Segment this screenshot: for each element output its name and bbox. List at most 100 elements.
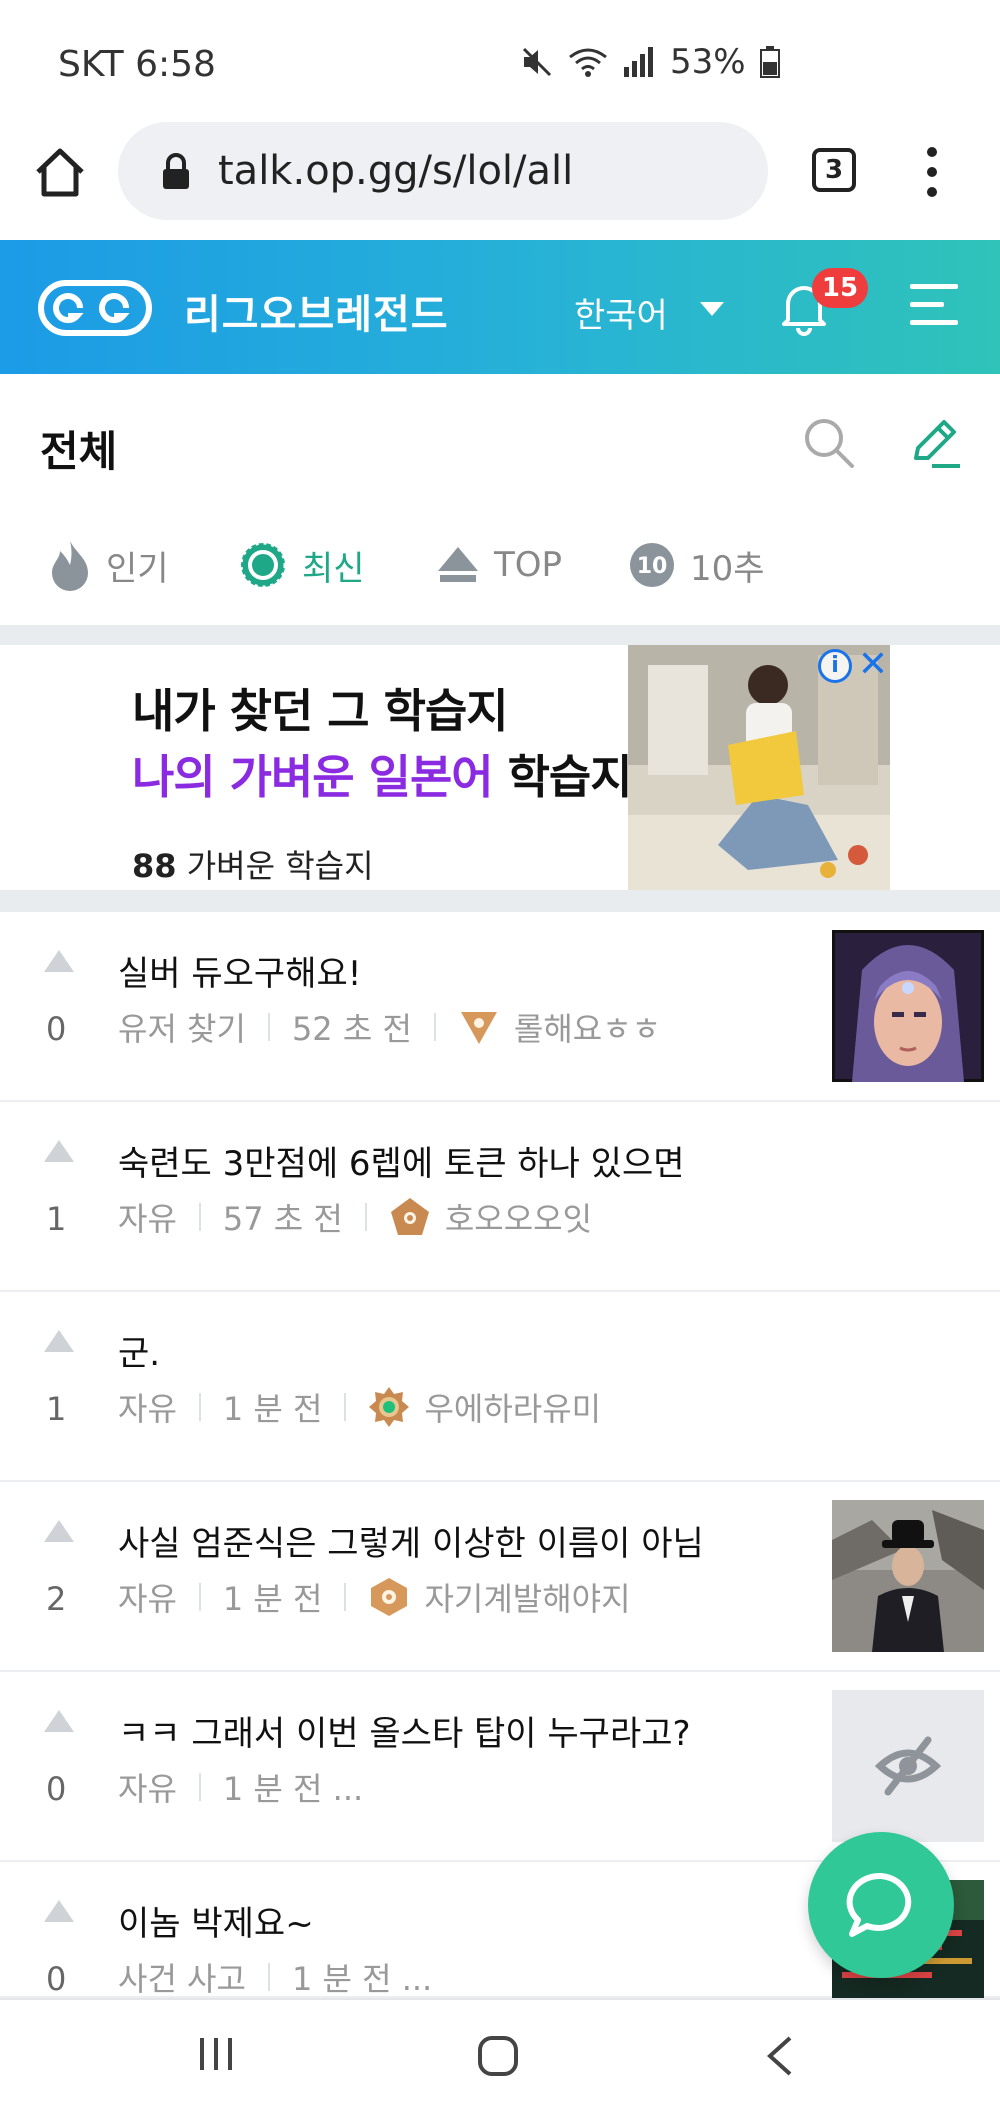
tab-ten-recommend[interactable]: 10 10추 (628, 520, 765, 610)
ad-photo-illustration (628, 645, 890, 890)
system-navigation-bar (0, 1998, 1000, 2113)
post-thumbnail[interactable] (832, 1690, 984, 1842)
ad-headline: 내가 찾던 그 학습지 (132, 684, 509, 738)
ad-close-icon[interactable]: ✕ (856, 645, 890, 685)
post-row[interactable]: 1 숙련도 3만점에 6렙에 토큰 하나 있으면 자유 57 초 전 호오오오잇 (0, 1102, 1000, 1292)
post-meta: 자유 57 초 전 호오오오잇 (118, 1194, 592, 1240)
home-icon[interactable] (30, 142, 90, 202)
post-time: 1 분 전 ... (222, 1770, 364, 1808)
post-author[interactable]: 호오오오잇 (445, 1194, 592, 1240)
vote-count: 0 (46, 1960, 67, 1998)
post-meta: 유저 찾기 52 초 전 롤해요ㅎㅎ (118, 1004, 661, 1050)
mute-icon (522, 47, 552, 77)
post-time: 57 초 전 (222, 1200, 343, 1238)
advertisement[interactable]: 내가 찾던 그 학습지 나의 가벼운 일본어 학습지 88 가벼운 학습지 i … (0, 645, 1000, 890)
divider (364, 1203, 367, 1231)
upvote-icon[interactable] (44, 1900, 74, 1922)
game-title[interactable]: 리그오브레전드 (184, 282, 449, 340)
lock-icon (163, 153, 189, 189)
status-carrier-time: SKT 6:58 (58, 44, 216, 85)
post-title[interactable]: 사실 엄준식은 그렇게 이상한 이름이 아님 (118, 1516, 704, 1565)
home-button-icon[interactable] (476, 2034, 520, 2078)
url-text: talk.op.gg/s/lol/all (218, 148, 574, 194)
upvote-icon[interactable] (44, 950, 74, 972)
post-category: 자유 (118, 1390, 177, 1428)
upvote-icon[interactable] (44, 1710, 74, 1732)
post-meta: 자유 1 분 전 우에하라유미 (118, 1384, 601, 1430)
upvote-icon[interactable] (44, 1140, 74, 1162)
post-meta: 자유 1 분 전 ... (118, 1764, 363, 1810)
post-category: 자유 (118, 1580, 177, 1618)
divider (198, 1583, 201, 1611)
vote-count: 0 (46, 1770, 67, 1808)
opgg-logo-icon[interactable] (38, 280, 152, 336)
notification-badge: 15 (812, 268, 868, 308)
tier-badge-icon (460, 1012, 497, 1044)
post-time: 1 분 전 ... (291, 1960, 433, 1998)
ad-info-icon[interactable]: i (818, 649, 852, 683)
ten-badge-icon: 10 (630, 543, 674, 587)
post-thumbnail[interactable] (832, 930, 984, 1082)
post-row[interactable]: 2 사실 엄준식은 그렇게 이상한 이름이 아님 자유 1 분 전 자기계발해야… (0, 1482, 1000, 1672)
ad-photo[interactable] (628, 645, 890, 890)
write-pencil-icon[interactable] (906, 414, 962, 470)
top-arrow-icon (438, 547, 478, 582)
tab-label: 인기 (106, 548, 169, 589)
post-time: 1 분 전 (222, 1390, 323, 1428)
upvote-icon[interactable] (44, 1330, 74, 1352)
battery-icon (759, 46, 780, 78)
divider (344, 1393, 347, 1421)
post-title[interactable]: 군. (118, 1326, 160, 1375)
tab-recent[interactable]: 최신 (238, 520, 365, 610)
search-icon[interactable] (800, 414, 856, 470)
browser-menu-icon[interactable] (912, 142, 952, 202)
post-author[interactable]: 자기계발해야지 (424, 1574, 630, 1620)
divider (267, 1963, 270, 1991)
tab-top[interactable]: TOP (436, 520, 562, 610)
post-category: 자유 (118, 1770, 177, 1808)
ad-brand-mark: 88 (132, 847, 177, 885)
post-row[interactable]: 1 군. 자유 1 분 전 우에하라유미 (0, 1292, 1000, 1482)
hidden-eye-icon (874, 1736, 942, 1796)
tab-label: TOP (494, 545, 563, 585)
page-title: 전체 (40, 427, 118, 476)
divider (198, 1203, 201, 1231)
back-icon[interactable] (762, 2034, 798, 2078)
post-title[interactable]: 숙련도 3만점에 6렙에 토큰 하나 있으면 (118, 1136, 685, 1185)
vote-count: 1 (46, 1200, 67, 1238)
language-select[interactable]: 한국어 (574, 288, 668, 337)
chat-bubble-icon (846, 1872, 912, 1937)
status-bar: SKT 6:58 53% (0, 0, 1000, 120)
divider (0, 890, 1000, 912)
hamburger-menu-icon[interactable] (906, 280, 960, 330)
vote-count: 0 (46, 1010, 67, 1048)
post-author[interactable]: 우에하라유미 (424, 1384, 601, 1430)
post-title[interactable]: 이놈 박제요~ (118, 1896, 314, 1945)
post-meta: 사건 사고 1 분 전 ... (118, 1954, 432, 2000)
post-thumbnail[interactable] (832, 1500, 984, 1652)
status-icons: 53% (520, 42, 780, 82)
battery-percent: 53% (670, 42, 746, 82)
man-in-suit-photo (832, 1500, 984, 1652)
app-header: 리그오브레전드 한국어 15 (0, 240, 1000, 374)
address-bar[interactable]: talk.op.gg/s/lol/all (118, 122, 768, 220)
ad-subheadline-rest: 학습지 (492, 750, 633, 804)
divider (433, 1013, 436, 1041)
tab-switcher-button[interactable]: 3 (812, 148, 856, 192)
tab-popular[interactable]: 인기 (48, 520, 169, 610)
post-row[interactable]: 0 실버 듀오구해요! 유저 찾기 52 초 전 롤해요ㅎㅎ (0, 912, 1000, 1102)
upvote-icon[interactable] (44, 1520, 74, 1542)
ten-badge-text: 10 (637, 554, 668, 579)
divider (0, 625, 1000, 645)
chevron-down-icon[interactable] (700, 302, 724, 316)
post-title[interactable]: 실버 듀오구해요! (118, 946, 361, 995)
recent-apps-icon[interactable] (196, 2034, 236, 2074)
ad-brand: 88 가벼운 학습지 (132, 841, 374, 887)
vote-count: 1 (46, 1390, 67, 1428)
tab-label: 최신 (302, 548, 365, 589)
divider (267, 1013, 270, 1041)
divider (198, 1773, 201, 1801)
post-title[interactable]: ㅋㅋ 그래서 이번 올스타 탑이 누구라고? (118, 1706, 691, 1755)
chat-fab-button[interactable] (808, 1832, 954, 1978)
post-author[interactable]: 롤해요ㅎㅎ (514, 1004, 661, 1050)
